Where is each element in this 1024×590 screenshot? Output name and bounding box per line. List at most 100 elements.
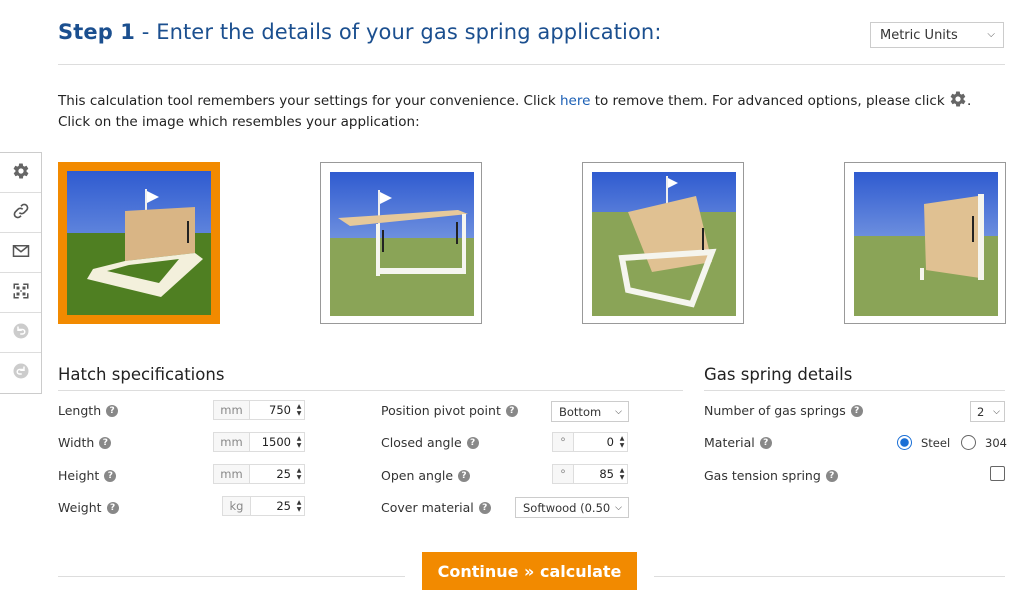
stepper-icon[interactable]: ▲ ▼	[617, 433, 627, 451]
application-option-hatch-top[interactable]	[320, 162, 482, 324]
sidebar-redo-button[interactable]	[0, 353, 41, 393]
info-text: This calculation tool remembers your set…	[58, 93, 560, 109]
gas-count-label-row: Number of gas springs?	[704, 403, 863, 418]
undo-icon	[12, 322, 30, 344]
help-icon[interactable]: ?	[850, 404, 863, 417]
closed-angle-label: Closed angle	[381, 435, 462, 450]
width-input[interactable]: mm 1500 ▲ ▼	[213, 432, 305, 452]
sidebar-settings-button[interactable]	[0, 153, 41, 193]
gear-icon	[12, 162, 30, 184]
stepper-icon[interactable]: ▲ ▼	[294, 401, 304, 419]
hatch-specs-divider	[58, 390, 683, 391]
tension-checkbox[interactable]	[990, 466, 1005, 481]
material-steel-label: Steel	[921, 436, 951, 450]
material-304-label: 304	[985, 436, 1007, 450]
chevron-down-icon: ⌵	[987, 29, 995, 40]
hatch-specs-title: Hatch specifications	[58, 365, 225, 384]
width-label-row: Width?	[58, 435, 112, 450]
step-label: Step 1	[58, 20, 135, 44]
header-divider	[58, 64, 1005, 65]
material-label-row: Material?	[704, 435, 772, 450]
width-label: Width	[58, 435, 95, 450]
height-input[interactable]: mm 25 ▲ ▼	[213, 464, 305, 484]
help-icon[interactable]: ?	[478, 501, 491, 514]
mail-icon	[12, 243, 30, 263]
closed-angle-label-row: Closed angle?	[381, 435, 479, 450]
advanced-options-gear-icon[interactable]	[949, 90, 967, 112]
weight-label: Weight	[58, 500, 102, 515]
tension-label-row: Gas tension spring?	[704, 468, 838, 483]
weight-value: 25	[276, 499, 291, 513]
link-icon	[11, 201, 31, 225]
weight-unit: kg	[223, 497, 251, 515]
stepper-icon[interactable]: ▲ ▼	[617, 465, 627, 483]
material-steel-radio[interactable]	[897, 435, 912, 450]
qr-code-icon	[12, 282, 30, 304]
chevron-down-icon: ⌵	[993, 407, 1000, 417]
stepper-icon[interactable]: ▲ ▼	[294, 465, 304, 483]
closed-angle-input[interactable]: ° 0 ▲ ▼	[552, 432, 628, 452]
gas-spring-title: Gas spring details	[704, 365, 853, 384]
continue-calculate-button[interactable]: Continue » calculate	[422, 552, 637, 590]
open-angle-label-row: Open angle?	[381, 468, 471, 483]
gas-count-label: Number of gas springs	[704, 403, 846, 418]
length-input[interactable]: mm 750 ▲ ▼	[213, 400, 305, 420]
gas-count-value: 2	[977, 404, 985, 419]
hatch-angled-image	[592, 172, 736, 316]
weight-label-row: Weight?	[58, 500, 119, 515]
pivot-label: Position pivot point	[381, 403, 501, 418]
width-unit: mm	[214, 433, 250, 451]
closed-angle-value: 0	[606, 435, 614, 449]
open-angle-input[interactable]: ° 85 ▲ ▼	[552, 464, 628, 484]
application-option-hatch-angled[interactable]	[582, 162, 744, 324]
help-icon[interactable]: ?	[466, 436, 479, 449]
cover-material-select[interactable]: Softwood (0.50 ⌵	[515, 497, 629, 518]
help-icon[interactable]: ?	[458, 469, 471, 482]
gas-count-select[interactable]: 2 ⌵	[970, 401, 1005, 422]
page-title: Step 1 - Enter the details of your gas s…	[58, 20, 662, 44]
closed-angle-unit: °	[553, 433, 574, 451]
length-label: Length	[58, 403, 102, 418]
sidebar-mail-button[interactable]	[0, 233, 41, 273]
sidebar-qr-button[interactable]	[0, 273, 41, 313]
sidebar-link-button[interactable]	[0, 193, 41, 233]
open-angle-unit: °	[553, 465, 574, 483]
application-option-hatch-bottom[interactable]	[58, 162, 220, 324]
height-label-row: Height?	[58, 468, 117, 483]
gas-spring-divider	[704, 390, 1005, 391]
material-304-radio[interactable]	[961, 435, 976, 450]
length-unit: mm	[214, 401, 250, 419]
info-line-2: Click on the image which resembles your …	[58, 114, 420, 130]
height-value: 25	[276, 467, 291, 481]
pivot-select[interactable]: Bottom ⌵	[551, 401, 629, 422]
help-icon[interactable]: ?	[505, 404, 518, 417]
units-select-value: Metric Units	[880, 27, 958, 43]
cover-material-label-row: Cover material?	[381, 500, 491, 515]
help-icon[interactable]: ?	[825, 469, 838, 482]
tension-label: Gas tension spring	[704, 468, 821, 483]
stepper-icon[interactable]: ▲ ▼	[294, 497, 304, 515]
application-option-hatch-vertical[interactable]	[844, 162, 1006, 324]
info-line-1: This calculation tool remembers your set…	[58, 90, 971, 112]
help-icon[interactable]: ?	[99, 436, 112, 449]
height-unit: mm	[214, 465, 250, 483]
hatch-top-image	[330, 172, 474, 316]
length-label-row: Length?	[58, 403, 119, 418]
units-select[interactable]: Metric Units ⌵	[870, 22, 1004, 48]
remove-settings-link[interactable]: here	[560, 93, 590, 109]
weight-input[interactable]: kg 25 ▲ ▼	[222, 496, 305, 516]
chevron-down-icon: ⌵	[615, 407, 622, 417]
pivot-value: Bottom	[559, 404, 602, 419]
info-text-2: to remove them. For advanced options, pl…	[590, 93, 949, 109]
stepper-icon[interactable]: ▲ ▼	[294, 433, 304, 451]
help-icon[interactable]: ?	[106, 404, 119, 417]
sidebar-toolbar	[0, 152, 42, 394]
width-value: 1500	[261, 435, 291, 449]
open-angle-value: 85	[599, 467, 614, 481]
cover-material-value: Softwood (0.50	[523, 500, 611, 515]
redo-icon	[12, 362, 30, 384]
help-icon[interactable]: ?	[106, 501, 119, 514]
sidebar-undo-button[interactable]	[0, 313, 41, 353]
help-icon[interactable]: ?	[759, 436, 772, 449]
help-icon[interactable]: ?	[104, 469, 117, 482]
